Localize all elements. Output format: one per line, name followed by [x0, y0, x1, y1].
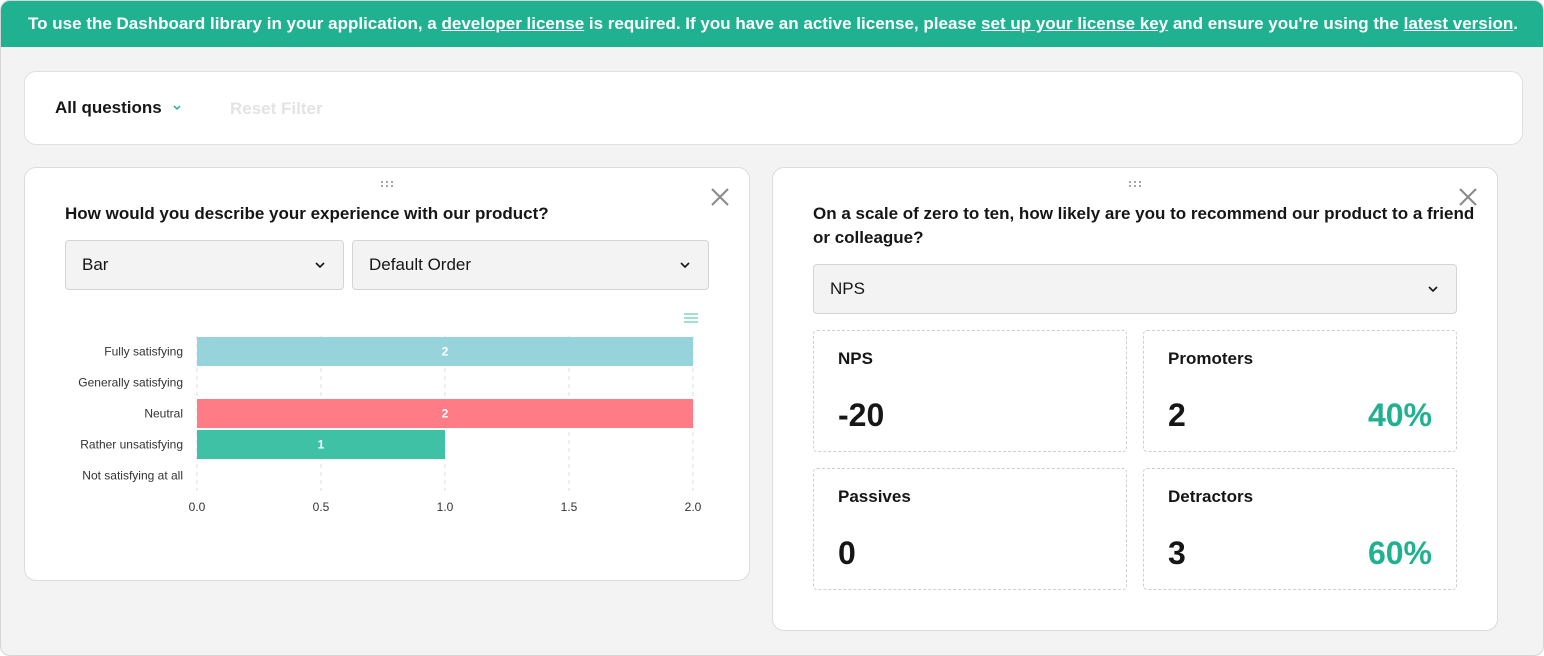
- promoters-label: Promoters: [1168, 349, 1254, 368]
- question-filter-label: All questions: [55, 98, 162, 117]
- nps-value: -20: [838, 397, 885, 433]
- bar-value-label: 2: [442, 345, 449, 359]
- reset-filter-button[interactable]: Reset Filter: [230, 99, 323, 119]
- detractors-card: Detractors 3 60%: [1143, 468, 1457, 590]
- chart-type-dropdown[interactable]: Bar: [65, 240, 344, 290]
- chevron-down-icon: [680, 262, 690, 269]
- banner-text-3: and ensure you're using the: [1168, 14, 1404, 33]
- chart-type-value: Bar: [82, 255, 109, 274]
- bar-chart: 0.0 0.5 1.0 1.5 2.0 Fully satisfying 2 Generall…: [78, 336, 702, 514]
- category-label: Not satisfying at all: [82, 469, 183, 483]
- x-tick-label: 0.0: [189, 500, 206, 514]
- license-key-link[interactable]: set up your license key: [981, 14, 1168, 34]
- bar-value-label: 2: [442, 407, 449, 421]
- promoters-card: Promoters 2 40%: [1143, 330, 1457, 452]
- chevron-down-icon: [1428, 286, 1438, 293]
- promoters-percent: 40%: [1367, 397, 1432, 433]
- experience-question-panel: How would you describe your experience w…: [24, 167, 750, 581]
- license-banner: To use the Dashboard library in your app…: [1, 1, 1543, 47]
- question-title-line-2: or colleague?: [813, 228, 924, 247]
- category-label: Rather unsatisfying: [80, 438, 183, 452]
- nps-question-panel: On a scale of zero to ten, how likely ar…: [772, 167, 1498, 631]
- detractors-value: 3: [1168, 535, 1186, 571]
- close-icon[interactable]: [709, 186, 731, 208]
- chevron-down-icon: [315, 262, 325, 269]
- chart-menu-icon[interactable]: [682, 311, 700, 325]
- promoters-value: 2: [1168, 397, 1186, 433]
- chevron-down-icon: [173, 105, 181, 111]
- detractors-label: Detractors: [1168, 487, 1254, 506]
- bar-value-label: 1: [318, 438, 325, 452]
- x-tick-label: 1.0: [437, 500, 454, 514]
- nps-label: NPS: [838, 349, 873, 368]
- x-tick-label: 2.0: [685, 500, 702, 514]
- visualization-dropdown[interactable]: NPS: [813, 264, 1457, 314]
- sort-order-dropdown[interactable]: Default Order: [352, 240, 709, 290]
- question-title: On a scale of zero to ten, how likely ar…: [813, 202, 1474, 250]
- latest-version-link[interactable]: latest version: [1404, 14, 1514, 34]
- category-label: Neutral: [144, 407, 183, 421]
- filter-toolbar: All questions Reset Filter: [24, 71, 1523, 145]
- x-tick-label: 0.5: [313, 500, 330, 514]
- developer-license-link[interactable]: developer license: [442, 14, 585, 34]
- question-title-line-1: On a scale of zero to ten, how likely ar…: [813, 204, 1475, 223]
- passives-label: Passives: [838, 487, 911, 506]
- sort-order-value: Default Order: [369, 255, 472, 274]
- nps-score-card: NPS -20: [813, 330, 1127, 452]
- visualization-value: NPS: [830, 279, 865, 298]
- drag-handle-icon[interactable]: [380, 180, 394, 188]
- passives-card: Passives 0: [813, 468, 1127, 590]
- question-title: How would you describe your experience w…: [65, 204, 549, 223]
- banner-text-4: .: [1513, 14, 1518, 33]
- dashboard-frame: To use the Dashboard library in your app…: [0, 0, 1544, 656]
- question-filter-select[interactable]: All questions: [55, 98, 182, 118]
- category-label: Fully satisfying: [104, 345, 183, 359]
- category-label: Generally satisfying: [78, 376, 183, 390]
- drag-handle-icon[interactable]: [1128, 180, 1142, 188]
- passives-value: 0: [838, 535, 856, 571]
- banner-text-1: To use the Dashboard library in your app…: [28, 14, 437, 33]
- detractors-percent: 60%: [1367, 535, 1432, 571]
- banner-text-2: is required. If you have an active licen…: [584, 14, 982, 33]
- x-tick-label: 1.5: [561, 500, 578, 514]
